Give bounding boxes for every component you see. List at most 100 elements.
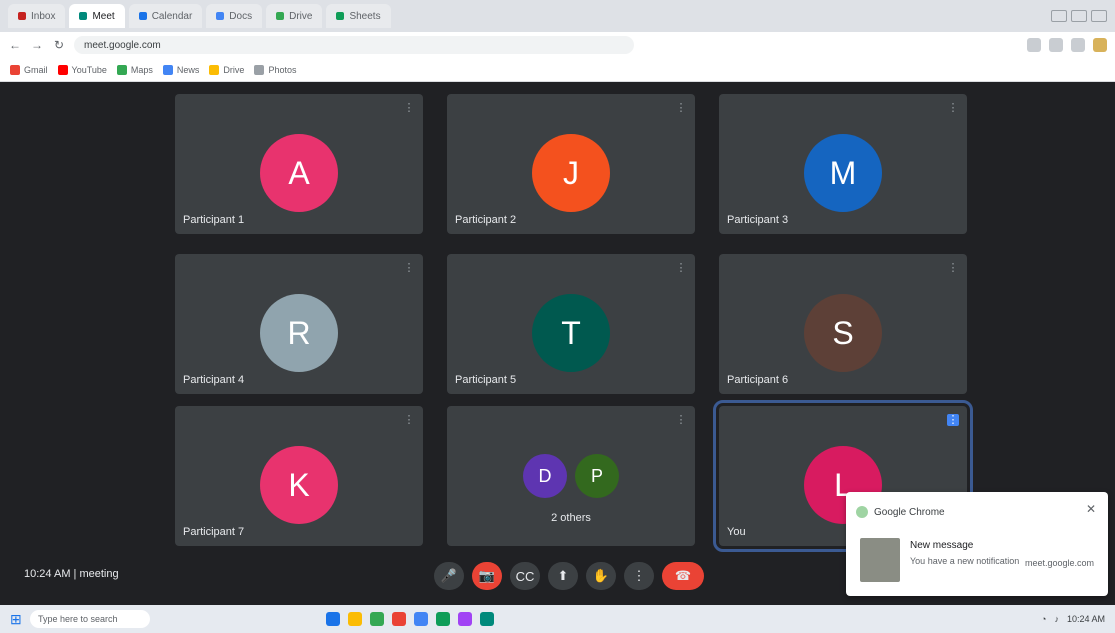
browser-tab[interactable]: Meet [69,4,125,28]
bookmark-item[interactable]: Photos [254,64,297,75]
tile-menu-icon[interactable]: ⋮ [947,102,959,114]
bookmark-label: YouTube [71,64,107,75]
notification-card[interactable]: Google Chrome ✕ New message You have a n… [846,492,1108,596]
participant-name: Participant 1 [183,214,245,226]
taskbar-app-icon[interactable] [348,612,362,626]
bookmark-favicon-icon [116,64,127,75]
extension-icon[interactable] [1049,38,1063,52]
participant-name: 2 others [551,512,591,524]
tab-favicon-icon [79,12,88,20]
present-button[interactable]: ⬆ [548,562,578,590]
meeting-info: 10:24 AM | meeting [24,568,119,580]
maximize-icon[interactable] [1071,10,1087,22]
reload-icon[interactable]: ↻ [52,38,66,52]
extension-icon[interactable] [1071,38,1085,52]
address-bar-row: ← → ↻ meet.google.com [0,32,1115,58]
mic-off-button[interactable]: 🎤 [434,562,464,590]
pin-icon[interactable]: ⋮ [947,414,959,426]
bookmark-label: Drive [223,64,245,75]
volume-icon[interactable]: ♪ [1054,614,1059,624]
forward-icon[interactable]: → [30,38,44,52]
participant-name: You [727,526,746,538]
clock[interactable]: 10:24 AM [1067,614,1105,624]
participant-tile[interactable]: T Participant 5 ⋮ [447,254,695,394]
bookmark-label: Maps [130,64,153,75]
camera-off-icon: 📷 [478,568,496,583]
notification-header: Google Chrome [856,506,945,518]
taskbar-apps [326,612,494,626]
camera-off-button[interactable]: 📷 [472,562,502,590]
participant-tile[interactable]: A Participant 1 ⋮ [175,94,423,234]
bookmark-item[interactable]: Drive [209,64,245,75]
taskbar-app-icon[interactable] [458,612,472,626]
tab-favicon-icon [216,12,225,20]
notification-title: New message [910,540,974,551]
taskbar-app-icon[interactable] [326,612,340,626]
bookmark-item[interactable]: News [162,64,199,75]
participant-tile[interactable]: M Participant 3 ⋮ [719,94,967,234]
participant-avatar: A [260,134,338,212]
tile-menu-icon[interactable]: ⋮ [403,414,415,426]
raise-hand-button[interactable]: ✋ [586,562,616,590]
browser-tab[interactable]: Docs [206,4,263,28]
taskbar-search-input[interactable]: Type here to search [30,610,150,628]
close-icon[interactable]: ✕ [1084,502,1098,516]
bookmark-label: Gmail [24,64,48,75]
participant-name: Participant 5 [455,374,517,386]
taskbar-app-icon[interactable] [480,612,494,626]
tab-label: Meet [92,10,115,22]
tab-favicon-icon [276,12,285,20]
bookmark-item[interactable]: Maps [116,64,153,75]
taskbar-app-icon[interactable] [370,612,384,626]
mic-off-icon: 🎤 [440,568,458,583]
close-window-icon[interactable] [1091,10,1107,22]
start-icon[interactable]: ⊞ [10,612,24,626]
url-input[interactable]: meet.google.com [74,36,634,54]
browser-tab[interactable]: Calendar [128,4,203,28]
notification-site: meet.google.com [1024,558,1094,568]
taskbar-app-icon[interactable] [436,612,450,626]
taskbar: ⊞ Type here to search ◔ ♪ 10:24 AM [0,605,1115,633]
bookmark-favicon-icon [162,64,173,75]
participant-name: Participant 2 [455,214,517,226]
captions-button[interactable]: CC [510,562,540,590]
participant-tile[interactable]: K Participant 7 ⋮ [175,406,423,546]
bookmark-label: Photos [268,64,297,75]
minimize-icon[interactable] [1051,10,1067,22]
bookmark-favicon-icon [254,64,265,75]
extension-icon[interactable] [1027,38,1041,52]
bookmark-favicon-icon [10,64,20,75]
participant-avatar: D [523,454,567,498]
tile-menu-icon[interactable]: ⋮ [947,262,959,274]
participant-name: Participant 3 [727,214,789,226]
end-call-button[interactable]: ☎ [662,562,704,590]
system-tray: ◔ ♪ 10:24 AM [1041,614,1105,624]
participant-name: Participant 6 [727,374,789,386]
call-controls: 🎤 📷 CC ⬆ ✋ ⋮ ☎ [434,562,704,590]
bookmark-item[interactable]: YouTube [57,64,107,75]
tab-favicon-icon [18,12,26,20]
tile-menu-icon[interactable]: ⋮ [675,414,687,426]
browser-tab[interactable]: Inbox [8,4,66,28]
participant-tile[interactable]: J Participant 2 ⋮ [447,94,695,234]
taskbar-app-icon[interactable] [414,612,428,626]
bookmarks-bar: Gmail YouTube Maps News Drive Photos [0,58,1115,82]
tile-menu-icon[interactable]: ⋮ [675,102,687,114]
profile-avatar[interactable] [1093,38,1107,52]
browser-tab[interactable]: Sheets [326,4,391,28]
more-button[interactable]: ⋮ [624,562,654,590]
participant-grid: A Participant 1 ⋮ J Participant 2 ⋮ M Participa… [175,94,973,552]
wifi-icon[interactable]: ◔ [1041,614,1046,624]
participant-avatar: J [532,134,610,212]
participant-tile[interactable]: S Participant 6 ⋮ [719,254,967,394]
back-icon[interactable]: ← [8,38,22,52]
tile-menu-icon[interactable]: ⋮ [403,262,415,274]
participant-tile[interactable]: DP 2 others ⋮ [447,406,695,546]
taskbar-app-icon[interactable] [392,612,406,626]
tile-menu-icon[interactable]: ⋮ [675,262,687,274]
tile-menu-icon[interactable]: ⋮ [403,102,415,114]
browser-tab[interactable]: Drive [266,4,323,28]
participant-avatar: T [532,294,610,372]
bookmark-item[interactable]: Gmail [10,64,48,75]
participant-tile[interactable]: R Participant 4 ⋮ [175,254,423,394]
